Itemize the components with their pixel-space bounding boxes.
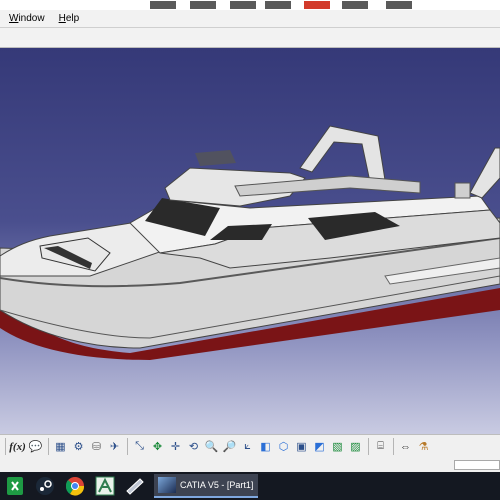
rotate-view-icon[interactable]: ⟲ [185, 438, 202, 455]
drawing-app-icon[interactable] [90, 472, 120, 500]
menu-window[interactable]: Window [9, 13, 45, 24]
spreadsheet-app-icon[interactable] [0, 472, 30, 500]
comment-icon[interactable]: 💬 [27, 438, 44, 455]
3d-viewport[interactable] [0, 48, 500, 434]
toolbar-separator [368, 438, 369, 455]
title-block [342, 1, 368, 9]
iso-view-icon[interactable]: ◧ [257, 438, 274, 455]
menu-help[interactable]: Help [59, 13, 80, 24]
status-line [0, 458, 500, 472]
steam-icon[interactable] [30, 472, 60, 500]
measure-icon[interactable]: ⇔ [397, 438, 414, 455]
command-input[interactable] [454, 460, 500, 470]
boat-model [0, 125, 500, 360]
apply-material-icon[interactable]: ⚗ [415, 438, 432, 455]
render-icon[interactable]: ▧ [329, 438, 346, 455]
swap-visible-icon[interactable]: ◩ [311, 438, 328, 455]
toolbar-separator [5, 438, 6, 455]
image-icon[interactable]: ▨ [347, 438, 364, 455]
formula-icon[interactable]: f(x) [9, 438, 26, 455]
fit-all-icon[interactable]: ⤡ [131, 438, 148, 455]
window-top-strip [0, 0, 500, 10]
catia-window-thumbnail-icon [158, 477, 176, 493]
title-block [386, 1, 412, 9]
bottom-toolbar: f(x) 💬 ▦ ⚙ ⛁ ✈ ⤡ ✥ ✛ ⟲ 🔍 🔎 ⟀ ◧ ⬡ ▣ ◩ ▧ ▨… [0, 434, 500, 458]
pen-tablet-icon[interactable] [120, 472, 150, 500]
title-block-red [304, 1, 330, 9]
rotate-icon[interactable]: ✛ [167, 438, 184, 455]
taskbar-window-label: CATIA V5 - [Part1] [180, 480, 254, 490]
fly-mode-icon[interactable]: ✈ [106, 438, 123, 455]
chrome-icon[interactable] [60, 472, 90, 500]
title-block [150, 1, 176, 9]
title-block [230, 1, 256, 9]
formula-label: f(x) [9, 440, 26, 453]
normal-view-icon[interactable]: ⟀ [239, 438, 256, 455]
toolbar-separator [48, 438, 49, 455]
hide-show-icon[interactable]: ▣ [293, 438, 310, 455]
menu-bar: Window Help [0, 10, 500, 28]
taskbar-catia-window[interactable]: CATIA V5 - [Part1] [154, 474, 258, 498]
table-icon[interactable]: ▦ [52, 438, 69, 455]
camera-icon[interactable]: ⌸ [372, 438, 389, 455]
tree-icon[interactable]: ⚙ [70, 438, 87, 455]
title-block [265, 1, 291, 9]
zoom-out-icon[interactable]: 🔎 [221, 438, 238, 455]
toolbar-separator [127, 438, 128, 455]
top-toolbar-area [0, 28, 500, 48]
zoom-in-icon[interactable]: 🔍 [203, 438, 220, 455]
render-style-icon[interactable]: ⬡ [275, 438, 292, 455]
knowledge-icon[interactable]: ⛁ [88, 438, 105, 455]
title-block [190, 1, 216, 9]
toolbar-separator [393, 438, 394, 455]
pan-icon[interactable]: ✥ [149, 438, 166, 455]
taskbar: CATIA V5 - [Part1] [0, 472, 500, 500]
